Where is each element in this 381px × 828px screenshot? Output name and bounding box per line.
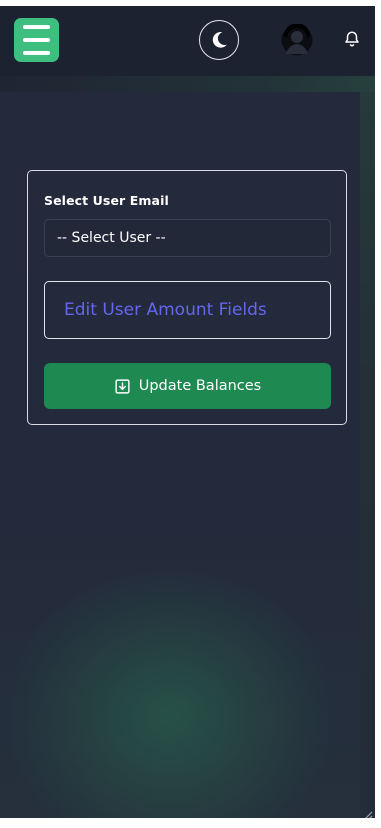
content-right-edge — [360, 92, 375, 818]
menu-bar-line — [23, 25, 50, 29]
update-balances-label: Update Balances — [138, 378, 262, 394]
edit-amount-fields-title: Edit User Amount Fields — [64, 300, 267, 320]
hamburger-menu-button[interactable] — [14, 18, 59, 62]
download-box-icon — [115, 378, 130, 394]
menu-bar-line — [23, 38, 50, 42]
resize-grip-icon[interactable] — [360, 810, 373, 818]
user-email-select-value: -- Select User -- — [57, 230, 166, 246]
update-balance-card: Select User Email -- Select User -- Edit… — [27, 170, 347, 425]
bell-icon[interactable] — [343, 30, 361, 48]
user-avatar-icon[interactable] — [281, 24, 313, 56]
menu-bar-line — [23, 51, 50, 55]
theme-toggle-button[interactable] — [199, 20, 239, 60]
moon-icon — [212, 32, 227, 48]
content-top-edge — [0, 76, 375, 92]
user-email-select[interactable]: -- Select User -- — [44, 219, 331, 257]
top-navbar — [0, 6, 375, 76]
edit-amount-fields-section: Edit User Amount Fields — [44, 281, 331, 339]
app-window: Select User Email -- Select User -- Edit… — [0, 6, 375, 818]
select-user-email-label: Select User Email — [44, 193, 169, 208]
update-balances-button[interactable]: Update Balances — [44, 363, 331, 409]
